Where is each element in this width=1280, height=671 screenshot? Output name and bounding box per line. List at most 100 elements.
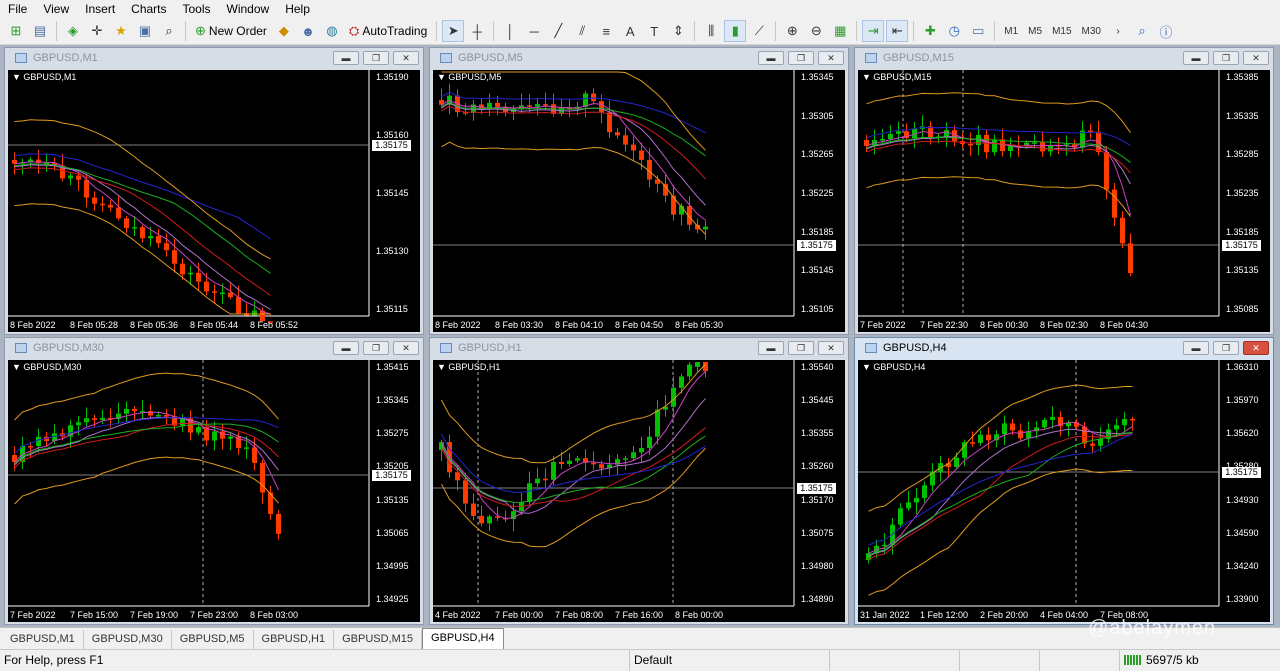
chart-area[interactable]: ▼ GBPUSD,M5 1.35345 1.35305 1.35265 1.35225 1… [433,70,845,332]
tab-gbpusd-m1[interactable]: GBPUSD,M1 [2,630,84,649]
menu-tools[interactable]: Tools [175,0,219,18]
close-icon: ✕ [402,342,410,353]
minimize-button[interactable]: ▬ [758,341,784,355]
fibonacci-button[interactable]: ≡ [595,20,617,42]
candlestick-button[interactable]: ▮ [724,20,747,42]
autotrading-button[interactable]: ⛭ AutoTrading [345,20,431,42]
info-button[interactable]: ⓘ [1155,20,1177,42]
close-button[interactable]: ✕ [1243,51,1269,65]
tab-gbpusd-m30[interactable]: GBPUSD,M30 [84,630,172,649]
trendline-button[interactable]: ╱ [547,20,569,42]
candle-body [84,179,89,198]
data-window-button[interactable]: ✛ [86,20,108,42]
indicators-button[interactable]: ✚ [919,20,941,42]
close-button[interactable]: ✕ [818,51,844,65]
chart-shift-button[interactable]: ⇤ [886,20,909,42]
maximize-button[interactable]: ❐ [363,341,389,355]
candle-body [188,272,193,275]
chart-window-m15[interactable]: GBPUSD,M15 ▬ ❐ ✕ ▼ GBPUSD,M15 1.35385 1.3533… [854,47,1274,335]
close-icon: ✕ [827,52,835,63]
candle-body [220,431,225,439]
signals-button[interactable]: ◍ [321,20,343,42]
status-traffic: 5697/5 kb [1120,650,1280,671]
tab-gbpusd-m15[interactable]: GBPUSD,M15 [334,630,423,649]
menu-help[interactable]: Help [277,0,318,18]
arrows-button[interactable]: ⇕ [667,20,689,42]
profiles-button[interactable]: ▤ [29,20,51,42]
maximize-button[interactable]: ❐ [363,51,389,65]
autoscroll-button[interactable]: ⇥ [862,20,885,42]
candle-body [575,458,580,461]
candle-body [76,175,81,180]
timeframe-m1-button[interactable]: M1 [1000,20,1022,42]
toolbar-overflow-button[interactable]: › [1107,20,1129,42]
chart-window-m1[interactable]: GBPUSD,M1 ▬ ❐ ✕ ▼ GBPUSD,M1 1.35190 1.35160 1… [4,47,424,335]
close-button[interactable]: ✕ [393,341,419,355]
horizontal-line-button[interactable]: ─ [523,20,545,42]
zoom-in-button[interactable]: ⊕ [781,20,803,42]
chart-window-m5[interactable]: GBPUSD,M5 ▬ ❐ ✕ ▼ GBPUSD,M5 1.35345 1.35305 1… [429,47,849,335]
close-button[interactable]: ✕ [393,51,419,65]
status-bar: For Help, press F1 Default 5697/5 kb [0,649,1280,671]
close-button[interactable]: ✕ [818,341,844,355]
chart-area[interactable]: ▼ GBPUSD,M30 1.35415 1.35345 1.35275 1.35205… [8,360,420,622]
crosshair-tool-button[interactable]: ┼ [466,20,488,42]
candle-body [108,204,113,208]
market-watch-button[interactable]: ◈ [62,20,84,42]
chart-area[interactable]: ▼ GBPUSD,M1 1.35190 1.35160 1.35145 1.35130 1… [8,70,420,332]
maximize-button[interactable]: ❐ [1213,51,1239,65]
navigator-button[interactable]: ★ [110,20,132,42]
chart-area[interactable]: ▼ GBPUSD,H41.363101.359701.356201.352801… [858,360,1270,622]
minimize-button[interactable]: ▬ [333,51,359,65]
time-tick-label: 8 Feb 00:00 [675,610,724,620]
minimize-button[interactable]: ▬ [1183,51,1209,65]
terminal-button[interactable]: ▣ [134,20,156,42]
candle-body [880,139,885,141]
candle-body [639,150,644,160]
close-button[interactable]: ✕ [1243,341,1269,355]
chart-window-h1[interactable]: GBPUSD,H1 ▬ ❐ ✕ ▼ GBPUSD,H1 1.35540 1.35445 1… [429,337,849,625]
candle-body [1032,142,1037,144]
chart-area[interactable]: ▼ GBPUSD,M15 1.35385 1.35335 1.35285 1.35235… [858,70,1270,332]
minimize-button[interactable]: ▬ [758,51,784,65]
maximize-button[interactable]: ❐ [788,51,814,65]
chart-window-h4[interactable]: GBPUSD,H4 ▬ ❐ ✕ ▼ GBPUSD,H4 1.36310 1.35970 1… [854,337,1274,625]
bar-chart-button[interactable]: ⫼ [700,20,722,42]
menu-file[interactable]: File [0,0,35,18]
menu-insert[interactable]: Insert [77,0,123,18]
minimize-button[interactable]: ▬ [333,341,359,355]
timeframe-m30-button[interactable]: M30 [1078,20,1105,42]
channel-button[interactable]: ⫽ [571,20,593,42]
maximize-button[interactable]: ❐ [788,341,814,355]
cursor-tool-button[interactable]: ➤ [442,20,465,42]
periods-button[interactable]: ◷ [943,20,965,42]
meta-editor-button[interactable]: ◆ [273,20,295,42]
vertical-line-button[interactable]: │ [499,20,521,42]
timeframe-m5-button[interactable]: M5 [1024,20,1046,42]
menu-window[interactable]: Window [219,0,278,18]
search-button[interactable]: ⌕ [1131,20,1153,42]
chart-area[interactable]: ▼ GBPUSD,H1 1.35540 1.35445 1.35355 1.35260 1… [433,360,845,622]
zoom-out-button[interactable]: ⊖ [805,20,827,42]
menu-view[interactable]: View [35,0,77,18]
community-button[interactable]: ☻ [297,20,319,42]
new-chart-button[interactable]: ⊞ [5,20,27,42]
tab-gbpusd-h4[interactable]: GBPUSD,H4 [422,628,504,649]
strategy-tester-button[interactable]: ⌕ [158,20,180,42]
menu-charts[interactable]: Charts [123,0,174,18]
timeframe-m15-button[interactable]: M15 [1048,20,1075,42]
price-tick-label: 1.35185 [1226,226,1259,237]
new-order-button[interactable]: ⊕ New Order [191,20,271,42]
text-tool-button[interactable]: A [619,20,641,42]
templates-button[interactable]: ▭ [967,20,989,42]
tab-gbpusd-h1[interactable]: GBPUSD,H1 [254,630,335,649]
maximize-button[interactable]: ❐ [1213,341,1239,355]
tab-gbpusd-m5[interactable]: GBPUSD,M5 [172,630,254,649]
text-label-button[interactable]: T [643,20,665,42]
tile-windows-button[interactable]: ▦ [829,20,851,42]
line-chart-button[interactable]: ⟋ [748,20,770,42]
chart-window-m30[interactable]: GBPUSD,M30 ▬ ❐ ✕ ▼ GBPUSD,M30 1.35415 1.3534… [4,337,424,625]
candle-body [196,272,201,282]
minimize-button[interactable]: ▬ [1183,341,1209,355]
candle-body [607,112,612,133]
